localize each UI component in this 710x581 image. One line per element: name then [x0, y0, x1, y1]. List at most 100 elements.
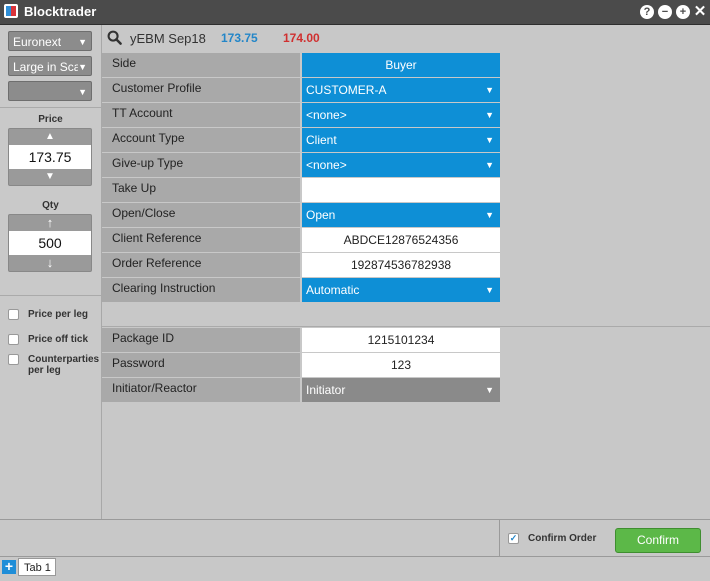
maximize-icon[interactable]: +: [676, 5, 690, 19]
instrument-name: yEBM Sep18: [130, 31, 206, 46]
window-title: Blocktrader: [24, 4, 97, 19]
form-row-order-reference: Order Reference 192874536782938: [102, 253, 500, 277]
confirm-button[interactable]: Confirm: [615, 528, 701, 553]
chevron-down-icon: ▼: [485, 210, 494, 220]
field-label: TT Account: [102, 103, 300, 127]
tab-1[interactable]: Tab 1: [18, 558, 56, 576]
qty-label: Qty: [42, 200, 59, 211]
chevron-down-icon: ▼: [78, 37, 87, 47]
form-row-give-up-type: Give-up Type <none> ▼: [102, 153, 500, 177]
tt-account-dropdown[interactable]: <none> ▼: [302, 103, 500, 127]
qty-input[interactable]: 500: [9, 231, 91, 255]
dropdown-value: <none>: [306, 158, 347, 172]
open-close-dropdown[interactable]: Open ▼: [302, 203, 500, 227]
form-row-take-up: Take Up: [102, 178, 500, 202]
chevron-down-icon: ▼: [78, 87, 87, 97]
initiator-reactor-dropdown[interactable]: Initiator ▼: [302, 378, 500, 402]
qty-increment-button[interactable]: ↑: [9, 215, 91, 231]
exchange-select[interactable]: Euronext ▼: [8, 31, 92, 51]
dropdown-value: Open: [306, 208, 336, 222]
third-select[interactable]: ▼: [8, 81, 92, 101]
bottom-action-bar: ✓ Confirm Order Confirm: [0, 519, 710, 556]
help-icon[interactable]: ?: [640, 5, 654, 19]
field-label: Account Type: [102, 128, 300, 152]
dropdown-value: Initiator: [306, 383, 346, 397]
dropdown-value: Automatic: [306, 283, 360, 297]
price-stepper: ▲ 173.75 ▼: [8, 128, 92, 186]
form-row-package-id: Package ID 1215101234: [102, 328, 500, 352]
checkbox-label: Price per leg: [28, 309, 89, 320]
order-reference-input[interactable]: 192874536782938: [302, 253, 500, 277]
chevron-down-icon: ▼: [485, 385, 494, 395]
instrument-bar: yEBM Sep18 173.75 174.00: [102, 25, 710, 52]
field-label: Give-up Type: [102, 153, 300, 177]
divider: [499, 520, 500, 556]
field-label: Order Reference: [102, 253, 300, 277]
form-row-tt-account: TT Account <none> ▼: [102, 103, 500, 127]
form-row-clearing-instruction: Clearing Instruction Automatic ▼: [102, 278, 500, 302]
chevron-down-icon: ▼: [78, 57, 87, 75]
form-row-password: Password 123: [102, 353, 500, 377]
password-input[interactable]: 123: [302, 353, 500, 377]
title-bar: Blocktrader ? − + ✕: [0, 0, 710, 25]
chevron-down-icon: ▼: [485, 135, 494, 145]
price-label: Price: [38, 114, 63, 125]
checkbox-box[interactable]: [8, 309, 19, 320]
chevron-down-icon: ▼: [485, 285, 494, 295]
customer-profile-dropdown[interactable]: CUSTOMER-A ▼: [302, 78, 500, 102]
section-divider: [102, 326, 710, 327]
search-icon[interactable]: [107, 30, 122, 45]
block-type-select[interactable]: Large in Sca ▼: [8, 56, 92, 76]
checkbox-box[interactable]: [8, 334, 19, 345]
qty-stepper: ↑ 500 ↓: [8, 214, 92, 272]
checkbox-box[interactable]: [8, 354, 19, 365]
field-label: Password: [102, 353, 300, 377]
field-label: Package ID: [102, 328, 300, 352]
field-label: Client Reference: [102, 228, 300, 252]
minimize-icon[interactable]: −: [658, 5, 672, 19]
dropdown-value: Client: [306, 133, 337, 147]
chevron-down-icon: ▼: [485, 160, 494, 170]
tab-bar: + Tab 1: [0, 556, 710, 581]
exchange-select-value: Euronext: [13, 35, 62, 49]
blocktrader-logo-icon: [4, 4, 18, 18]
field-label: Customer Profile: [102, 78, 300, 102]
confirm-order-label: Confirm Order: [528, 533, 597, 544]
form-row-initiator-reactor: Initiator/Reactor Initiator ▼: [102, 378, 500, 402]
form-row-account-type: Account Type Client ▼: [102, 128, 500, 152]
block-type-select-value: Large in Sca: [13, 60, 81, 74]
dropdown-value: CUSTOMER-A: [306, 83, 387, 97]
add-tab-icon[interactable]: +: [2, 559, 16, 574]
account-type-dropdown[interactable]: Client ▼: [302, 128, 500, 152]
form-row-customer-profile: Customer Profile CUSTOMER-A ▼: [102, 78, 500, 102]
left-panel: Euronext ▼ Large in Sca ▼ ▼ Price ▲ 173.…: [0, 25, 102, 519]
field-label: Take Up: [102, 178, 300, 202]
side-button[interactable]: Buyer: [302, 53, 500, 77]
chevron-down-icon: ▼: [485, 110, 494, 120]
bid-price: 173.75: [221, 31, 258, 45]
ask-price: 174.00: [283, 31, 320, 45]
chevron-down-icon: ▼: [485, 85, 494, 95]
price-increment-button[interactable]: ▲: [9, 129, 91, 145]
field-label: Initiator/Reactor: [102, 378, 300, 402]
checkmark-icon[interactable]: ✓: [508, 533, 519, 544]
dropdown-value: <none>: [306, 108, 347, 122]
clearing-instruction-dropdown[interactable]: Automatic ▼: [302, 278, 500, 302]
field-label: Open/Close: [102, 203, 300, 227]
close-icon[interactable]: ✕: [693, 4, 707, 19]
field-label: Side: [102, 53, 300, 77]
package-id-input[interactable]: 1215101234: [302, 328, 500, 352]
take-up-input[interactable]: [302, 178, 500, 202]
client-reference-input[interactable]: ABDCE12876524356: [302, 228, 500, 252]
checkbox-label: Counterparties per leg: [28, 354, 100, 376]
qty-decrement-button[interactable]: ↓: [9, 255, 91, 271]
field-label: Clearing Instruction: [102, 278, 300, 302]
divider: [0, 107, 101, 108]
form-row-open-close: Open/Close Open ▼: [102, 203, 500, 227]
form-row-side: Side Buyer: [102, 53, 500, 77]
divider: [0, 295, 101, 296]
price-input[interactable]: 173.75: [9, 145, 91, 169]
price-decrement-button[interactable]: ▼: [9, 169, 91, 185]
give-up-type-dropdown[interactable]: <none> ▼: [302, 153, 500, 177]
checkbox-label: Price off tick: [28, 334, 89, 345]
